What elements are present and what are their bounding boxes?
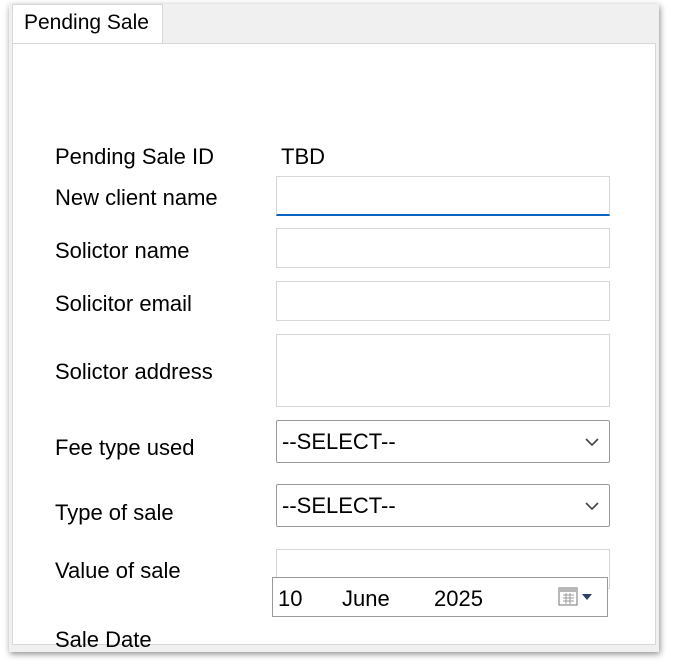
chevron-down-icon: [585, 438, 599, 447]
fee-type-used-label: Fee type used: [55, 435, 195, 460]
solicitor-email-input[interactable]: [276, 281, 610, 321]
solicitor-name-input[interactable]: [276, 228, 610, 268]
fee-type-used-selected: --SELECT--: [282, 429, 396, 454]
pending-sale-id-label: Pending Sale ID: [55, 144, 214, 169]
sale-date-picker[interactable]: 10 June 2025: [272, 577, 608, 617]
solicitor-address-label: Solictor address: [55, 359, 213, 384]
type-of-sale-selected: --SELECT--: [282, 493, 396, 518]
tab-pending-sale[interactable]: Pending Sale: [12, 4, 163, 44]
calendar-icon[interactable]: [557, 585, 597, 609]
new-client-name-input[interactable]: [276, 176, 610, 216]
solicitor-name-label: Solictor name: [55, 238, 190, 263]
fee-type-used-select[interactable]: --SELECT--: [276, 420, 610, 463]
sale-date-day[interactable]: 10: [278, 586, 302, 612]
pending-sale-window: Pending Sale Pending Sale ID TBD New cli…: [9, 4, 659, 652]
new-client-name-label: New client name: [55, 185, 218, 210]
solicitor-email-label: Solicitor email: [55, 291, 192, 316]
solicitor-address-textarea[interactable]: [276, 334, 610, 407]
sale-date-label: Sale Date: [55, 627, 152, 652]
sale-date-month[interactable]: June: [342, 586, 390, 612]
type-of-sale-select[interactable]: --SELECT--: [276, 484, 610, 527]
pending-sale-id-value: TBD: [281, 144, 325, 169]
pending-sale-panel: Pending Sale ID TBD New client name Soli…: [12, 43, 656, 652]
sale-date-year[interactable]: 2025: [434, 586, 483, 612]
type-of-sale-label: Type of sale: [55, 500, 174, 525]
value-of-sale-label: Value of sale: [55, 558, 181, 583]
chevron-down-icon: [585, 502, 599, 511]
tab-strip: Pending Sale: [9, 4, 659, 44]
